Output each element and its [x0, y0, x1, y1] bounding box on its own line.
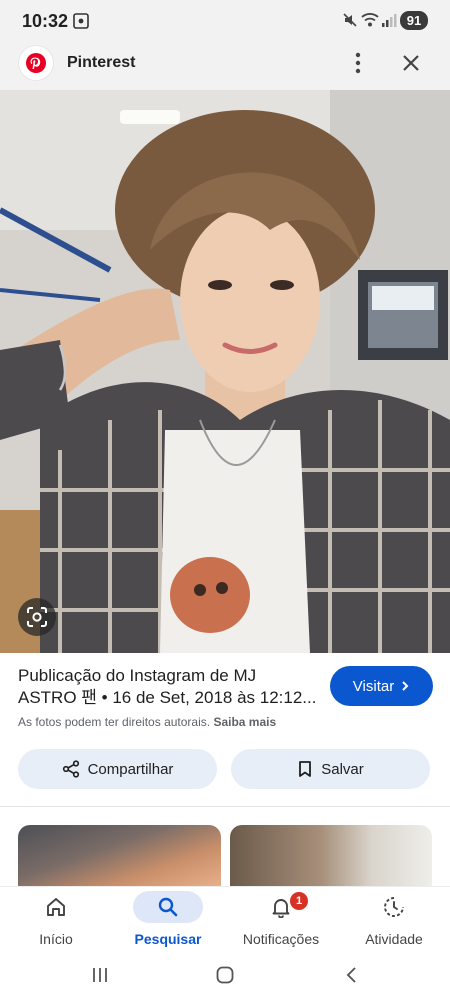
- mute-icon: [342, 12, 358, 33]
- status-bar: 10:32 91: [0, 0, 450, 40]
- more-options-button[interactable]: [346, 50, 370, 76]
- status-time: 10:32: [22, 11, 69, 31]
- nav-home-label: Início: [39, 931, 73, 947]
- nav-activity-label: Atividade: [365, 931, 423, 947]
- share-button[interactable]: Compartilhar: [18, 749, 217, 789]
- screenshot-icon: [73, 13, 89, 34]
- home-button-icon[interactable]: [215, 965, 235, 985]
- result-title-line-2: ASTRO 팬 • 16 de Set, 2018 às 12:12...: [18, 688, 317, 707]
- copyright-text: As fotos podem ter direitos autorais.: [18, 715, 211, 729]
- recent-apps-icon[interactable]: [90, 965, 110, 985]
- photo-illustration: [0, 90, 450, 653]
- visit-button[interactable]: Visitar: [330, 666, 433, 706]
- main-image[interactable]: [0, 90, 450, 653]
- related-image[interactable]: [230, 825, 432, 887]
- bookmark-icon: [299, 761, 312, 777]
- divider: [0, 806, 450, 807]
- lens-button[interactable]: [18, 598, 56, 636]
- nav-home[interactable]: Início: [0, 887, 112, 955]
- result-title[interactable]: Publicação do Instagram de MJ ASTRO 팬 • …: [18, 665, 318, 709]
- learn-more-link[interactable]: Saiba mais: [213, 715, 276, 729]
- related-image[interactable]: [18, 825, 221, 887]
- nav-activity[interactable]: Atividade: [338, 887, 450, 955]
- nav-search[interactable]: Pesquisar: [112, 887, 224, 955]
- pinterest-logo-icon: [19, 46, 53, 80]
- nav-search-label: Pesquisar: [134, 931, 202, 947]
- close-button[interactable]: [398, 50, 424, 76]
- system-navigation-bar: [0, 955, 450, 1000]
- close-icon: [403, 55, 419, 71]
- copyright-notice: As fotos podem ter direitos autorais. Sa…: [18, 715, 276, 729]
- share-button-label: Compartilhar: [87, 760, 174, 778]
- nav-notifications[interactable]: Notificações: [225, 887, 337, 955]
- activity-icon: [364, 891, 424, 923]
- bottom-navigation: Início Pesquisar Notificações 1 Atividad…: [0, 887, 450, 955]
- more-vert-icon: [355, 52, 361, 74]
- battery-indicator: 91: [400, 11, 428, 30]
- result-title-line-1: Publicação do Instagram de MJ: [18, 666, 257, 685]
- save-button[interactable]: Salvar: [231, 749, 430, 789]
- share-icon: [62, 760, 79, 778]
- site-title: Pinterest: [67, 54, 136, 71]
- google-lens-icon: [27, 607, 47, 627]
- back-icon[interactable]: [342, 965, 362, 985]
- nav-notifications-label: Notificações: [242, 931, 320, 947]
- notification-badge: 1: [290, 892, 308, 910]
- save-button-label: Salvar: [321, 760, 364, 778]
- search-icon: [133, 891, 203, 923]
- signal-icon: [381, 12, 397, 33]
- app-header: Pinterest: [0, 40, 450, 90]
- chevron-right-icon: [402, 681, 409, 691]
- home-icon: [26, 891, 86, 923]
- wifi-icon: [361, 12, 379, 33]
- visit-button-label: Visitar: [352, 677, 395, 695]
